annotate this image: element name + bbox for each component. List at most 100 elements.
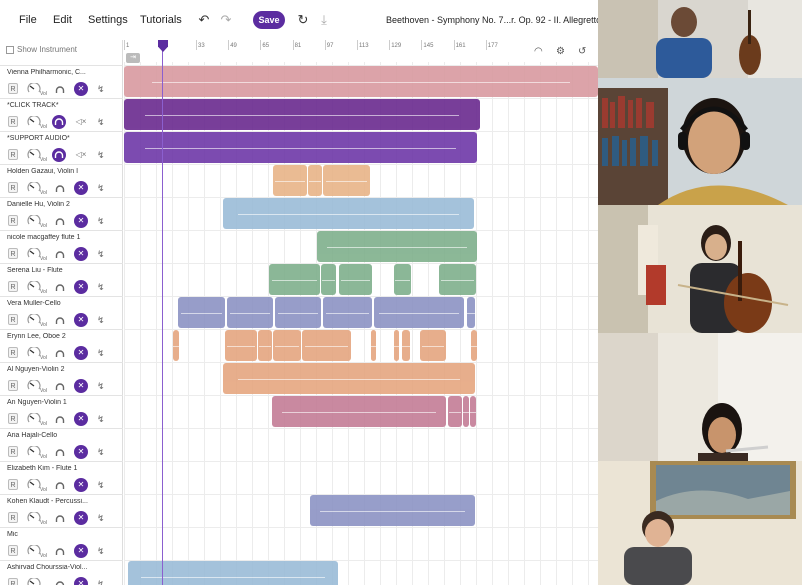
audio-clip[interactable]	[124, 132, 477, 163]
mute-icon[interactable]: ✕	[74, 379, 88, 393]
track-row[interactable]: Mic R Vol ✕ ↯	[0, 527, 123, 560]
track-row[interactable]: Al Nguyen-Violin 2 R Vol ✕ ↯	[0, 362, 123, 395]
timeline[interactable]: 1 33 49 65 81 97 113 129 145 161 177 ⇥ ◠ ⚙ ↺	[124, 40, 598, 585]
headphone-icon[interactable]	[53, 512, 65, 524]
record-arm-button[interactable]: R	[8, 314, 18, 325]
mute-icon[interactable]: ✕	[74, 313, 88, 327]
audio-clip[interactable]	[374, 297, 464, 328]
audio-clip[interactable]	[275, 297, 321, 328]
audio-clip[interactable]	[371, 330, 376, 361]
headphone-icon[interactable]	[53, 182, 65, 194]
volume-knob-icon[interactable]	[27, 413, 41, 424]
routing-icon[interactable]: ↯	[97, 578, 109, 585]
record-arm-button[interactable]: R	[8, 446, 18, 457]
audio-clip[interactable]	[273, 165, 307, 196]
headphone-icon[interactable]	[53, 380, 65, 392]
loop-icon[interactable]: ↺	[578, 46, 586, 57]
mute-icon[interactable]: ✕	[74, 511, 88, 525]
headphone-icon[interactable]	[53, 281, 65, 293]
routing-icon[interactable]: ↯	[97, 281, 109, 293]
routing-icon[interactable]: ↯	[97, 83, 109, 95]
audio-clip[interactable]	[471, 330, 477, 361]
routing-icon[interactable]: ↯	[97, 446, 109, 458]
volume-knob-icon[interactable]	[27, 545, 41, 556]
audio-clip[interactable]	[394, 264, 411, 295]
mute-icon[interactable]: ✕	[74, 247, 88, 261]
audio-clip[interactable]	[173, 330, 179, 361]
routing-icon[interactable]: ↯	[97, 545, 109, 557]
volume-knob-icon[interactable]	[27, 380, 41, 391]
record-arm-button[interactable]: R	[8, 545, 18, 556]
audio-clip[interactable]	[223, 198, 474, 229]
mute-icon[interactable]: ✕	[74, 445, 88, 459]
audio-clip[interactable]	[124, 66, 598, 97]
audio-clip[interactable]	[470, 396, 476, 427]
audio-clip[interactable]	[394, 330, 399, 361]
headphone-icon[interactable]	[52, 148, 66, 162]
mute-icon[interactable]: ✕	[74, 577, 88, 585]
mute-icon[interactable]: ✕	[74, 346, 88, 360]
headphone-icon[interactable]	[53, 347, 65, 359]
show-instrument-toggle[interactable]: Show Instrument	[6, 45, 77, 54]
track-row[interactable]: Vienna Philharmonic, C... R Vol ✕ ↯	[0, 65, 123, 98]
audio-clip[interactable]	[323, 165, 370, 196]
routing-icon[interactable]: ↯	[97, 314, 109, 326]
audio-clip[interactable]	[467, 297, 475, 328]
audio-clip[interactable]	[124, 99, 480, 130]
audio-clip[interactable]	[402, 330, 410, 361]
audio-clip[interactable]	[273, 330, 301, 361]
track-name[interactable]: Ashirvad Chourssia-Viol...	[7, 564, 119, 571]
routing-icon[interactable]: ↯	[97, 512, 109, 524]
track-name[interactable]: Danielle Hu, Violin 2	[7, 201, 119, 208]
menu-edit[interactable]: Edit	[53, 14, 72, 26]
audio-clip[interactable]	[310, 495, 475, 526]
mute-icon[interactable]: ◁×	[74, 148, 88, 162]
headphone-icon[interactable]	[53, 215, 65, 227]
headphone-icon[interactable]	[53, 446, 65, 458]
record-arm-button[interactable]: R	[8, 149, 18, 160]
headphone-icon[interactable]	[53, 83, 65, 95]
track-row[interactable]: Danielle Hu, Violin 2 R Vol ✕ ↯	[0, 197, 123, 230]
track-row[interactable]: Ashirvad Chourssia-Viol...RVol✕↯	[0, 560, 123, 585]
volume-knob-icon[interactable]	[27, 512, 41, 523]
headphone-icon[interactable]	[53, 479, 65, 491]
track-name[interactable]: Serena Liu - Flute	[7, 267, 119, 274]
audio-clip[interactable]	[321, 264, 336, 295]
volume-knob-icon[interactable]	[27, 83, 41, 94]
routing-icon[interactable]: ↯	[97, 248, 109, 260]
routing-icon[interactable]: ↯	[97, 182, 109, 194]
track-row[interactable]: *CLICK TRACK* R Vol ◁× ↯	[0, 98, 123, 131]
record-arm-button[interactable]: R	[8, 116, 18, 127]
headphone-icon[interactable]	[53, 578, 65, 585]
settings-gear-icon[interactable]: ⚙	[556, 46, 565, 57]
routing-icon[interactable]: ↯	[97, 413, 109, 425]
record-arm-button[interactable]: R	[8, 578, 18, 585]
record-arm-button[interactable]: R	[8, 215, 18, 226]
loop-marker[interactable]: ⇥	[126, 53, 140, 63]
refresh-icon[interactable]: ↻	[296, 13, 310, 27]
routing-icon[interactable]: ↯	[97, 479, 109, 491]
track-row[interactable]: Holden Gazaui, Violin I R Vol ✕ ↯	[0, 164, 123, 197]
timeline-ruler[interactable]: 1 33 49 65 81 97 113 129 145 161 177	[124, 40, 598, 62]
routing-icon[interactable]: ↯	[97, 149, 109, 161]
volume-knob-icon[interactable]	[27, 281, 41, 292]
mute-icon[interactable]: ✕	[74, 478, 88, 492]
mute-icon[interactable]: ◁×	[74, 115, 88, 129]
menu-file[interactable]: File	[19, 14, 37, 26]
audio-clip[interactable]	[317, 231, 477, 262]
track-name[interactable]: Elizabeth Kim - Flute 1	[7, 465, 119, 472]
track-name[interactable]: Aria Hajali-Cello	[7, 432, 119, 439]
audio-clip[interactable]	[308, 165, 322, 196]
audio-clip[interactable]	[439, 264, 476, 295]
record-arm-button[interactable]: R	[8, 380, 18, 391]
volume-knob-icon[interactable]	[27, 116, 41, 127]
track-name[interactable]: *SUPPORT AUDIO*	[7, 135, 119, 142]
audio-clip[interactable]	[178, 297, 225, 328]
audio-clip[interactable]	[227, 297, 273, 328]
volume-knob-icon[interactable]	[27, 446, 41, 457]
track-name[interactable]: Kohen Klaudt - Percussi...	[7, 498, 119, 505]
audio-clip[interactable]	[272, 396, 446, 427]
track-row[interactable]: Serena Liu - Flute R Vol ✕ ↯	[0, 263, 123, 296]
track-name[interactable]: *CLICK TRACK*	[7, 102, 119, 109]
metronome-icon[interactable]: ◠	[534, 46, 543, 57]
